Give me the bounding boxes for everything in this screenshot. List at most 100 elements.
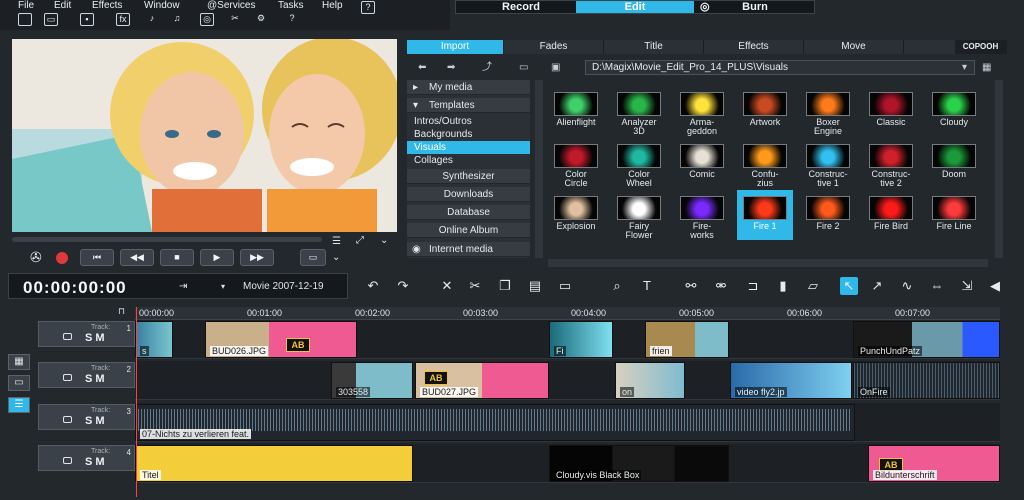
text-tool-icon[interactable]: T	[638, 277, 656, 295]
timeline-view-button[interactable]: ☰	[8, 397, 30, 413]
new-icon[interactable]	[18, 13, 32, 26]
visual-item[interactable]: Fire-works	[674, 190, 730, 240]
path-field[interactable]: D:\Magix\Movie_Edit_Pro_14_PLUS\Visuals	[585, 60, 975, 75]
storyboard-view-button[interactable]: ▦	[8, 354, 30, 370]
preview-list-icon[interactable]: ☰	[332, 236, 341, 247]
visual-item[interactable]: Fire 2	[800, 190, 856, 240]
forward-arrow-icon[interactable]: ➡	[447, 61, 455, 74]
scene-view-button[interactable]: ▭	[8, 375, 30, 391]
export-icon[interactable]: ⇥	[179, 281, 187, 292]
lock-icon[interactable]	[63, 416, 72, 423]
track-header[interactable]: Track: 4 S M	[38, 445, 135, 471]
rewind-button[interactable]: ◀◀	[120, 249, 154, 266]
solo-mute-buttons[interactable]: S M	[85, 373, 105, 385]
menu-file[interactable]: File	[18, 0, 34, 11]
redo-icon[interactable]: ↷	[394, 277, 412, 295]
sub-collages[interactable]: Collages	[407, 154, 530, 167]
timeline-clip[interactable]: Titel	[135, 445, 413, 482]
back-arrow-icon[interactable]: ⬅	[418, 61, 426, 74]
sub-intros-outros[interactable]: Intros/Outros	[407, 115, 530, 128]
link-icon[interactable]: ⚯	[682, 277, 700, 295]
menu-effects[interactable]: Effects	[92, 0, 122, 11]
timeline-clip[interactable]: video fly2.jp	[730, 362, 852, 399]
view-grid-icon[interactable]: ▦	[982, 61, 991, 74]
visual-item[interactable]: Fire Bird	[863, 190, 919, 240]
film-reel-icon[interactable]: ✇	[30, 249, 42, 266]
visual-item[interactable]: Boxer Engine	[800, 86, 856, 136]
settings-icon[interactable]: ⚙	[254, 13, 268, 26]
database-item[interactable]: Database	[407, 205, 530, 220]
folder-icon[interactable]: ▭	[519, 61, 528, 74]
visual-item[interactable]: Artwork	[737, 86, 793, 136]
preview-scrubber[interactable]	[12, 237, 322, 242]
curve-tool-icon[interactable]: ∿	[898, 277, 916, 295]
menu-window[interactable]: Window	[144, 0, 180, 11]
chapter-icon[interactable]: ▱	[804, 277, 822, 295]
menu-tasks[interactable]: Tasks	[278, 0, 304, 11]
visual-item[interactable]: Alienflight	[548, 86, 604, 136]
list-scrollbar[interactable]	[535, 80, 543, 258]
lock-icon[interactable]	[63, 374, 72, 381]
lock-icon[interactable]	[63, 457, 72, 464]
solo-mute-buttons[interactable]: S M	[85, 415, 105, 427]
loop-button[interactable]: ▭	[300, 249, 326, 266]
up-folder-icon[interactable]: ⤴	[482, 61, 492, 74]
synthesizer-item[interactable]: Synthesizer	[407, 169, 530, 184]
tab-burn[interactable]: ◎ Burn	[696, 1, 814, 13]
timeline-clip[interactable]: Fi	[549, 321, 613, 358]
speaker-icon[interactable]: ◀	[986, 277, 1004, 295]
range-pointer-icon[interactable]: ↗	[868, 277, 886, 295]
skip-back-button[interactable]: ⏮	[80, 249, 114, 266]
templates-item[interactable]: ▾ Templates	[407, 98, 530, 113]
timeline-clip[interactable]: AB BUD027.JPG	[415, 362, 549, 399]
undo-icon[interactable]: ↶	[364, 277, 382, 295]
menu-chevron-icon[interactable]: ⌄	[332, 252, 340, 263]
help-icon[interactable]: ?	[361, 1, 375, 14]
timeline-ruler[interactable]: 00:00:00 00:01:00 00:02:00 00:03:00 00:04:00…	[135, 307, 1000, 320]
solo-mute-buttons[interactable]: S M	[85, 456, 105, 468]
snapshot-icon[interactable]: ▭	[556, 277, 574, 295]
chevron-down-icon[interactable]: ⌄	[380, 235, 388, 246]
path-dropdown-icon[interactable]: ▾	[962, 61, 967, 74]
tab-title[interactable]: Title	[604, 40, 704, 54]
disc-icon[interactable]: ◎	[200, 13, 214, 26]
track-lane[interactable]: 07-Nichts zu verlieren feat.	[135, 403, 1000, 442]
visual-item[interactable]: Arma-geddon	[674, 86, 730, 136]
question-icon[interactable]: ?	[285, 13, 299, 26]
sub-visuals[interactable]: Visuals	[407, 141, 530, 154]
tab-import[interactable]: Import	[407, 40, 504, 54]
tab-edit[interactable]: Edit	[576, 1, 694, 13]
play-button[interactable]: ▶	[200, 249, 234, 266]
track-header[interactable]: Track: 1 S M	[38, 321, 135, 347]
visual-item[interactable]: Construc-tive 1	[800, 138, 856, 188]
grid-scrollbar[interactable]	[548, 259, 988, 267]
visual-item[interactable]: Comic	[674, 138, 730, 188]
timeline-clip[interactable]: 303558	[331, 362, 413, 399]
marker-icon[interactable]: ▮	[774, 277, 792, 295]
trim-tool-icon[interactable]: ⇲	[958, 277, 976, 295]
timeline-clip[interactable]: Cloudy.vis Black Box	[549, 445, 729, 482]
scissors-icon[interactable]: ✂	[466, 277, 484, 295]
visual-item[interactable]: Cloudy	[926, 86, 982, 136]
zoom-tool-icon[interactable]: ⌕	[608, 277, 626, 295]
visual-item[interactable]: Explosion	[548, 190, 604, 240]
timeline-clip[interactable]: AB Bildunterschrift	[868, 445, 1000, 482]
timeline-clip[interactable]: 07-Nichts zu verlieren feat.	[135, 404, 855, 441]
menu-services[interactable]: @Services	[207, 0, 256, 11]
online-album-item[interactable]: Online Album	[407, 223, 530, 238]
playhead[interactable]	[136, 307, 137, 497]
timeline-clip[interactable]: frien	[645, 321, 729, 358]
movie-name[interactable]: Movie 2007-12-19	[243, 281, 324, 292]
menu-edit[interactable]: Edit	[54, 0, 71, 11]
movie-dropdown-icon[interactable]: ▾	[221, 282, 225, 291]
timeline-clip[interactable]: OnFire	[853, 362, 1000, 399]
unlink-icon[interactable]: ⚮	[712, 277, 730, 295]
monitor-icon[interactable]: ▣	[551, 61, 560, 74]
tab-move[interactable]: Move	[804, 40, 904, 54]
save-icon[interactable]: ▪	[80, 13, 94, 26]
solo-mute-buttons[interactable]: S M	[85, 332, 105, 344]
track-header[interactable]: Track: 2 S M	[38, 362, 135, 388]
music-note-icon[interactable]: ♫	[170, 13, 184, 26]
visual-item[interactable]: Construc-tive 2	[863, 138, 919, 188]
internet-media-item[interactable]: ◉ Internet media	[407, 242, 530, 257]
